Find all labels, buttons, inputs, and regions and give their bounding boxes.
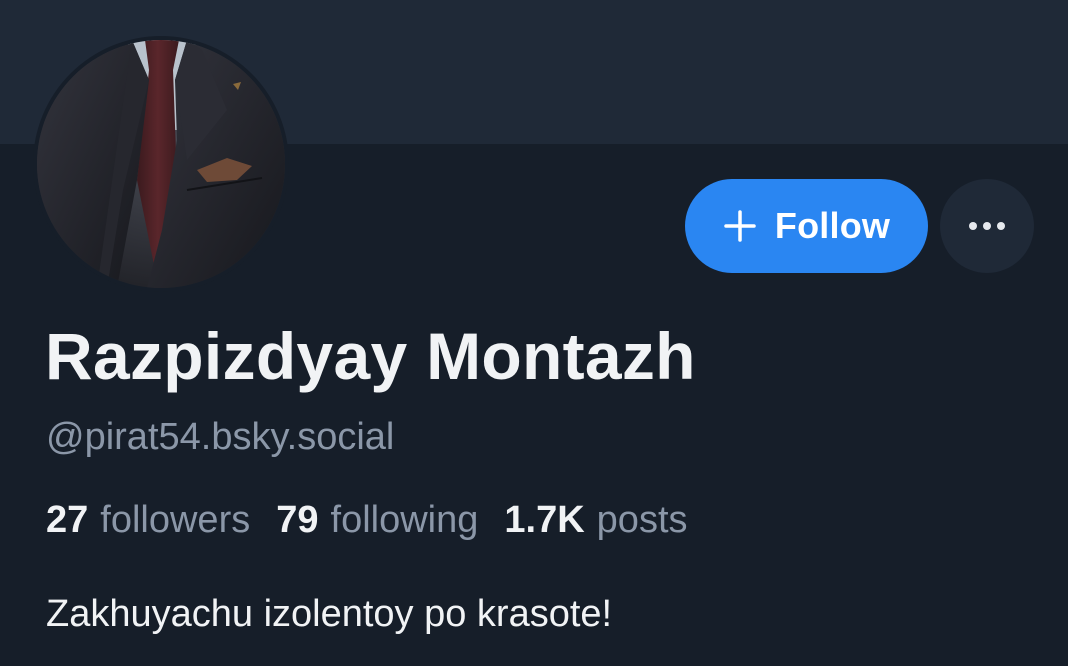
- posts-label: posts: [596, 499, 688, 541]
- more-options-button[interactable]: [940, 179, 1034, 273]
- avatar-suit-photo: [37, 40, 285, 288]
- profile-bio: Zakhuyachu izolentoy po krasote!: [46, 593, 613, 635]
- plus-icon: [724, 210, 756, 242]
- follow-button[interactable]: Follow: [685, 179, 928, 273]
- followers-count: 27: [46, 499, 89, 541]
- follow-label: Follow: [774, 205, 891, 246]
- following-count: 79: [276, 499, 319, 541]
- profile-page: Follow Razpizdyay Montazh @pirat54.bsky.…: [0, 0, 1068, 666]
- avatar[interactable]: [33, 36, 289, 292]
- posts-count: 1.7K: [504, 499, 585, 541]
- followers-label: followers: [100, 499, 251, 541]
- followers-stat[interactable]: 27 followers: [46, 499, 250, 542]
- following-stat[interactable]: 79 following: [276, 499, 478, 542]
- profile-stats: 27 followers 79 following 1.7K posts: [46, 499, 714, 542]
- posts-stat: 1.7K posts: [504, 499, 687, 542]
- ellipsis-icon: [969, 222, 1005, 230]
- profile-handle: @pirat54.bsky.social: [46, 416, 395, 458]
- following-label: following: [330, 499, 479, 541]
- display-name: Razpizdyay Montazh: [45, 319, 696, 393]
